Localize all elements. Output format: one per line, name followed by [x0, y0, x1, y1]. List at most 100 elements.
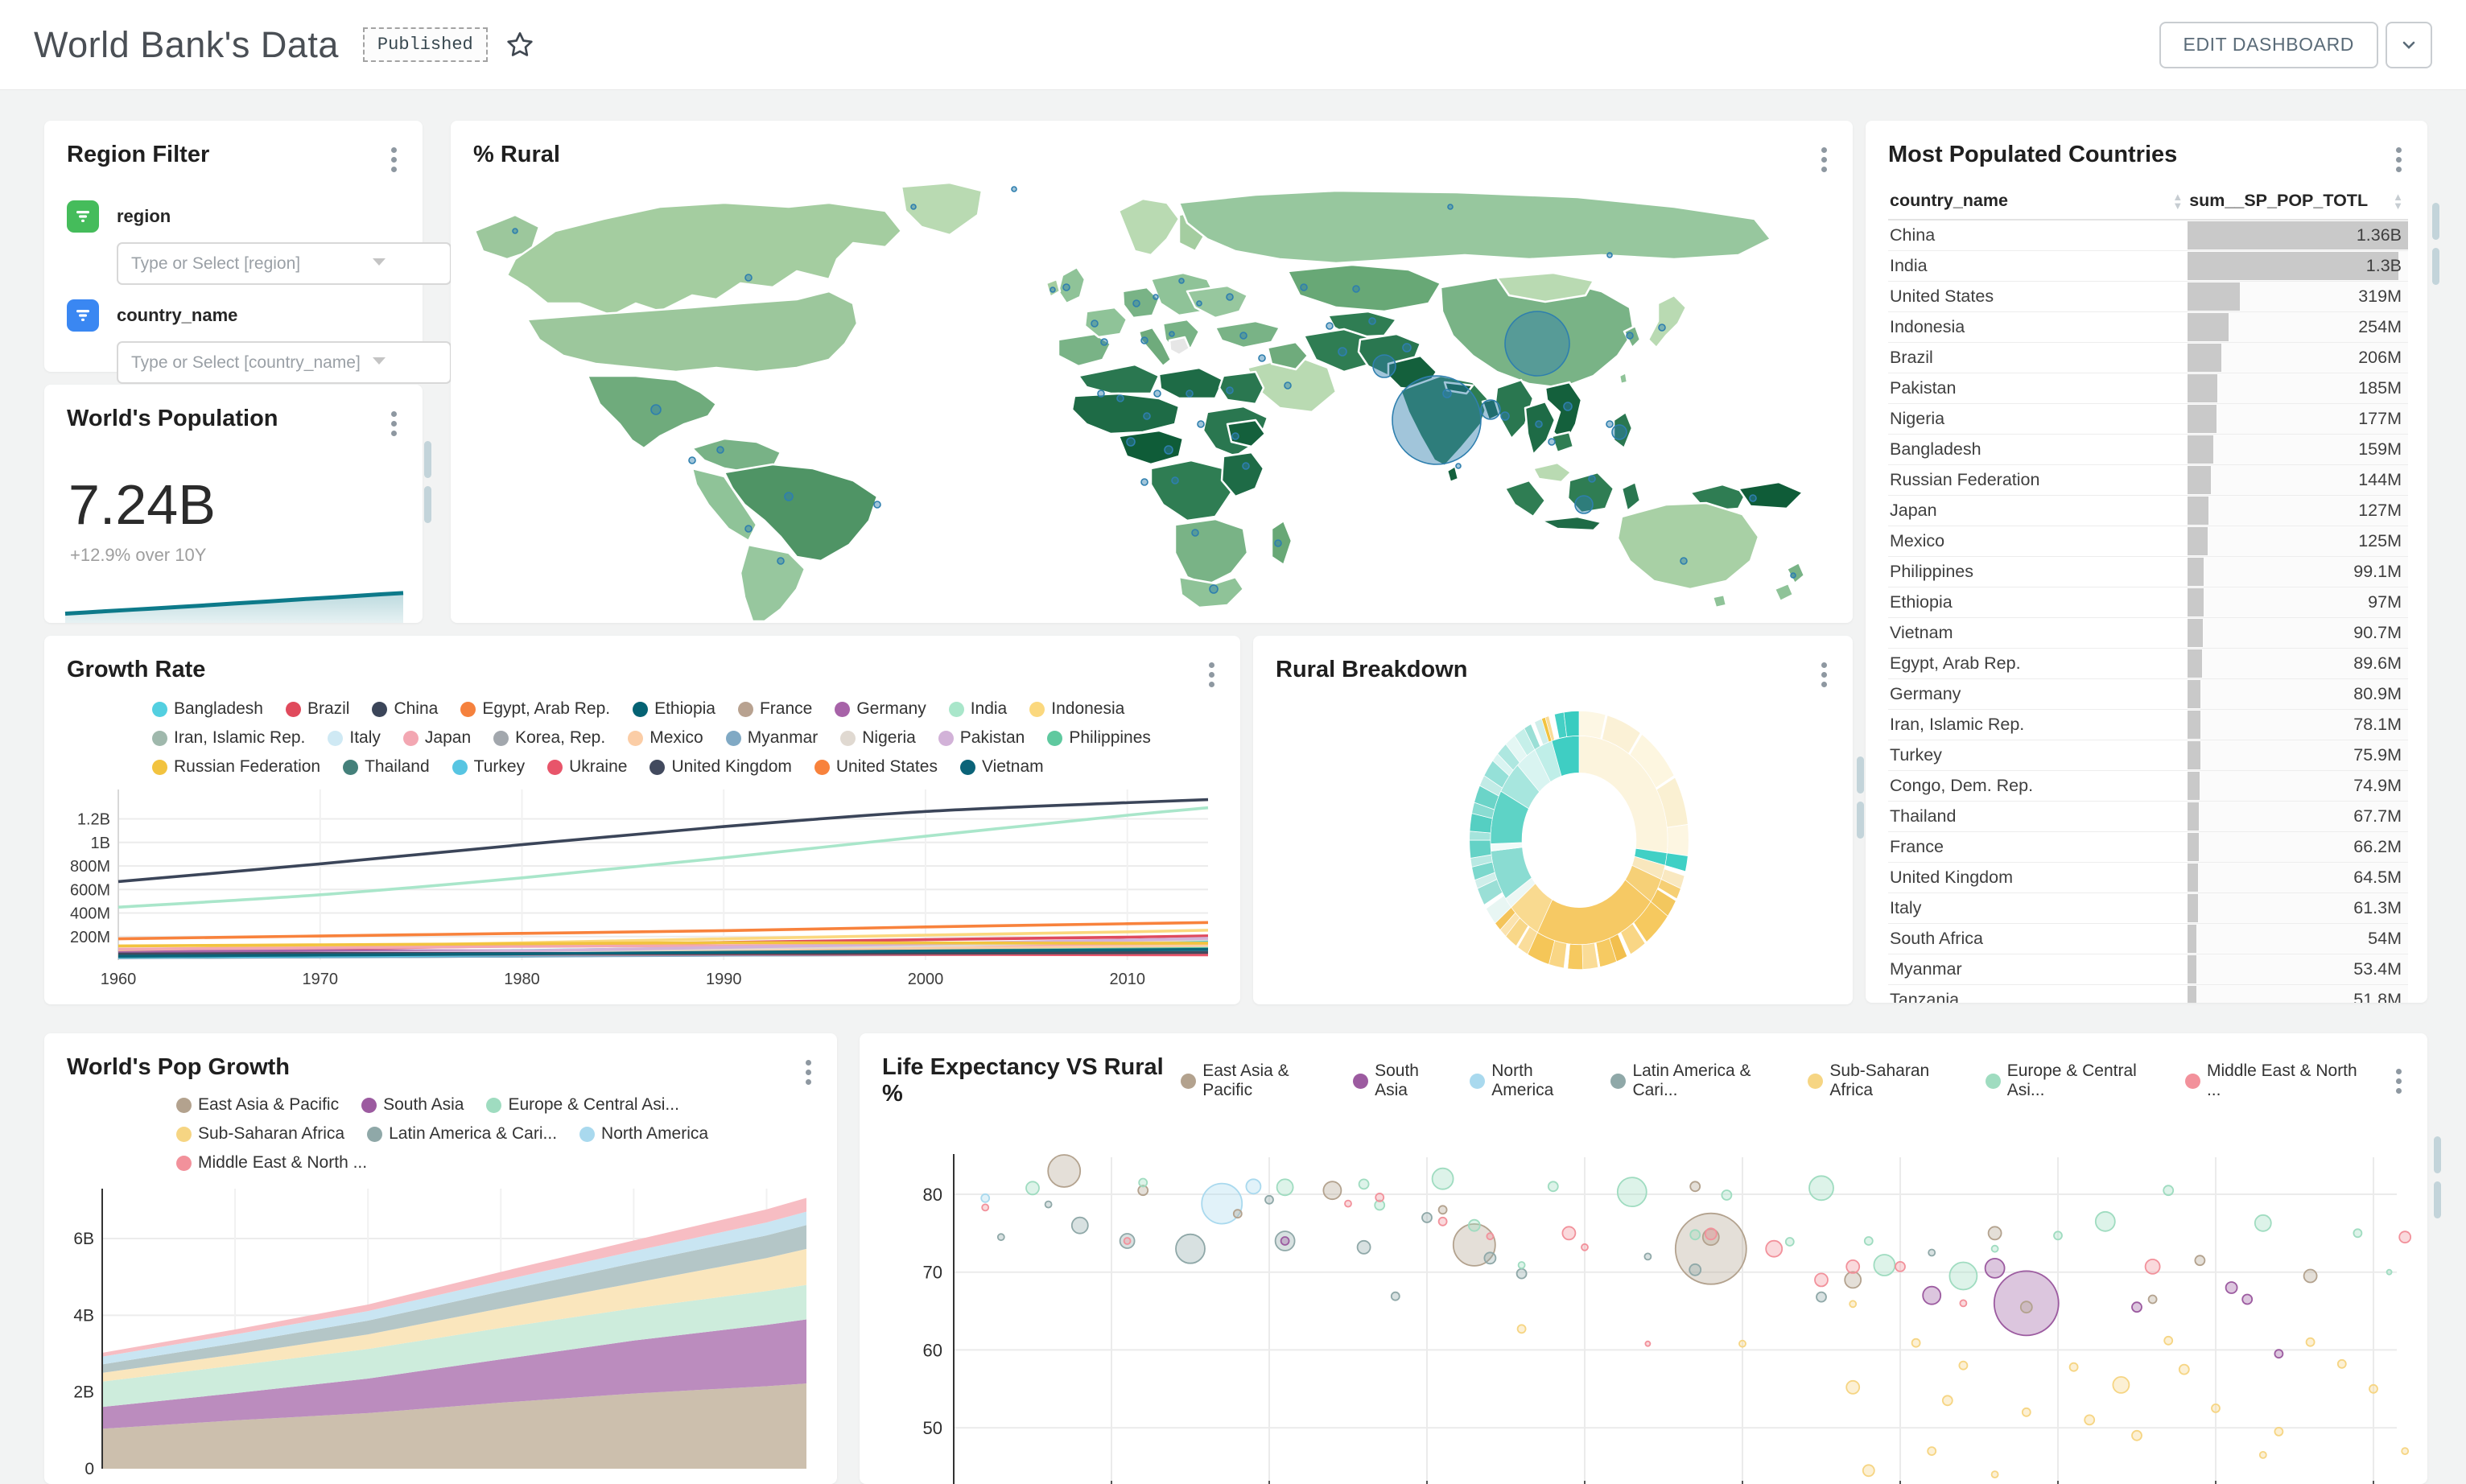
legend-color-dot [1808, 1074, 1823, 1089]
legend-label: Iran, Islamic Rep. [174, 728, 305, 748]
card-title: Life Expectancy VS Rural % [882, 1054, 1169, 1107]
world-choropleth-map[interactable] [451, 183, 1853, 623]
legend-item[interactable]: Germany [835, 699, 926, 719]
legend-label: Italy [349, 728, 381, 748]
svg-text:1990: 1990 [706, 971, 742, 988]
legend-item[interactable]: Russian Federation [152, 757, 320, 777]
resize-handle[interactable] [424, 486, 431, 523]
legend-label: Middle East & North ... [198, 1153, 367, 1173]
legend-label: Bangladesh [174, 699, 263, 719]
legend-item[interactable]: Egypt, Arab Rep. [460, 699, 610, 719]
svg-text:400M: 400M [70, 905, 110, 923]
legend-item[interactable]: Japan [403, 728, 471, 748]
svg-text:1B: 1B [91, 835, 110, 852]
resize-handle[interactable] [1857, 802, 1864, 839]
legend-item[interactable]: Europe & Central Asi... [486, 1095, 678, 1115]
column-header-sum__SP_POP_TOTL[interactable]: sum__SP_POP_TOTL▲▼ [2188, 183, 2408, 220]
table-row: Ethiopia97M [1888, 587, 2408, 618]
legend-item[interactable]: France [738, 699, 812, 719]
legend-item[interactable]: Mexico [628, 728, 703, 748]
legend-item[interactable]: Pakistan [938, 728, 1025, 748]
svg-text:4B: 4B [73, 1306, 94, 1325]
legend-item[interactable]: United States [814, 757, 938, 777]
dashboard-menu-button[interactable] [2386, 22, 2432, 68]
kebab-menu-icon[interactable] [2391, 1063, 2406, 1099]
legend-item[interactable]: Europe & Central Asi... [1986, 1061, 2163, 1100]
resize-handle[interactable] [2434, 1181, 2441, 1218]
card-title: Growth Rate [67, 657, 205, 683]
legend-item[interactable]: Indonesia [1029, 699, 1124, 719]
legend-item[interactable]: Thailand [343, 757, 430, 777]
resize-handle[interactable] [2434, 1136, 2441, 1173]
legend-item[interactable]: East Asia & Pacific [1181, 1061, 1330, 1100]
kebab-menu-icon[interactable] [386, 142, 402, 178]
kebab-menu-icon[interactable] [2391, 142, 2406, 178]
big-number-value: 7.24B [44, 442, 423, 537]
svg-text:1960: 1960 [101, 971, 137, 988]
table-row: Vietnam90.7M [1888, 618, 2408, 649]
worlds-population-card: World's Population 7.24B +12.9% over 10Y [44, 385, 423, 623]
resize-handle[interactable] [2432, 203, 2439, 240]
resize-handle[interactable] [2432, 248, 2439, 285]
legend-color-dot [814, 760, 830, 775]
legend-item[interactable]: South Asia [1353, 1061, 1447, 1100]
legend-item[interactable]: Sub-Saharan Africa [176, 1124, 344, 1144]
legend-item[interactable]: China [372, 699, 438, 719]
svg-text:2010: 2010 [1109, 971, 1145, 988]
star-icon[interactable] [504, 29, 536, 61]
legend-item[interactable]: Philippines [1047, 728, 1151, 748]
legend-item[interactable]: Latin America & Cari... [367, 1124, 557, 1144]
legend-item[interactable]: Middle East & North ... [176, 1153, 367, 1173]
legend-item[interactable]: Turkey [452, 757, 525, 777]
rural-breakdown-sunburst[interactable] [1466, 707, 1692, 973]
resize-handle[interactable] [1857, 756, 1864, 794]
column-header-country_name[interactable]: country_name▲▼ [1888, 183, 2188, 220]
legend-item[interactable]: East Asia & Pacific [176, 1095, 339, 1115]
legend-item[interactable]: Brazil [286, 699, 350, 719]
table-row: Thailand67.7M [1888, 802, 2408, 832]
kebab-menu-icon[interactable] [1817, 142, 1832, 178]
legend-item[interactable]: Nigeria [840, 728, 916, 748]
legend-label: Philippines [1069, 728, 1151, 748]
legend-item[interactable]: Myanmar [726, 728, 819, 748]
legend-label: Europe & Central Asi... [508, 1095, 678, 1115]
legend-item[interactable]: North America [579, 1124, 708, 1144]
most-populated-card: Most Populated Countries country_name▲▼s… [1866, 121, 2427, 1003]
legend-item[interactable]: India [949, 699, 1008, 719]
legend-color-dot [286, 702, 301, 717]
resize-handle[interactable] [424, 441, 431, 478]
legend-item[interactable]: Middle East & North ... [2185, 1061, 2361, 1100]
legend-item[interactable]: Ukraine [547, 757, 627, 777]
region-select-input[interactable] [117, 242, 452, 285]
card-title: Rural Breakdown [1276, 657, 1468, 683]
country_name-select-input[interactable] [117, 341, 452, 384]
published-badge[interactable]: Published [363, 27, 488, 62]
legend-item[interactable]: South Asia [361, 1095, 464, 1115]
legend-item[interactable]: Korea, Rep. [493, 728, 605, 748]
legend-item[interactable]: Iran, Islamic Rep. [152, 728, 305, 748]
kebab-menu-icon[interactable] [1204, 657, 1219, 693]
table-row: Germany80.9M [1888, 679, 2408, 710]
legend-color-dot [486, 1098, 501, 1113]
legend-item[interactable]: Bangladesh [152, 699, 263, 719]
legend-item[interactable]: Sub-Saharan Africa [1808, 1061, 1962, 1100]
kebab-menu-icon[interactable] [801, 1054, 816, 1090]
table-row: France66.2M [1888, 832, 2408, 863]
legend-item[interactable]: United Kingdom [649, 757, 791, 777]
legend-color-dot [1181, 1074, 1196, 1089]
kebab-menu-icon[interactable] [386, 406, 402, 442]
legend-item[interactable]: Vietnam [960, 757, 1044, 777]
legend-label: Middle East & North ... [2207, 1061, 2361, 1100]
edit-dashboard-button[interactable]: EDIT DASHBOARD [2159, 22, 2378, 68]
table-row: China1.36B [1888, 220, 2408, 251]
legend-label: Latin America & Cari... [389, 1124, 557, 1144]
legend-item[interactable]: Ethiopia [633, 699, 715, 719]
legend-item[interactable]: Italy [328, 728, 381, 748]
svg-text:0: 0 [85, 1460, 94, 1478]
legend-item[interactable]: North America [1470, 1061, 1588, 1100]
svg-text:200M: 200M [70, 929, 110, 946]
kebab-menu-icon[interactable] [1817, 657, 1832, 693]
chevron-down-icon [2399, 35, 2419, 55]
legend-item[interactable]: Latin America & Cari... [1610, 1061, 1785, 1100]
legend-color-dot [1986, 1074, 2001, 1089]
